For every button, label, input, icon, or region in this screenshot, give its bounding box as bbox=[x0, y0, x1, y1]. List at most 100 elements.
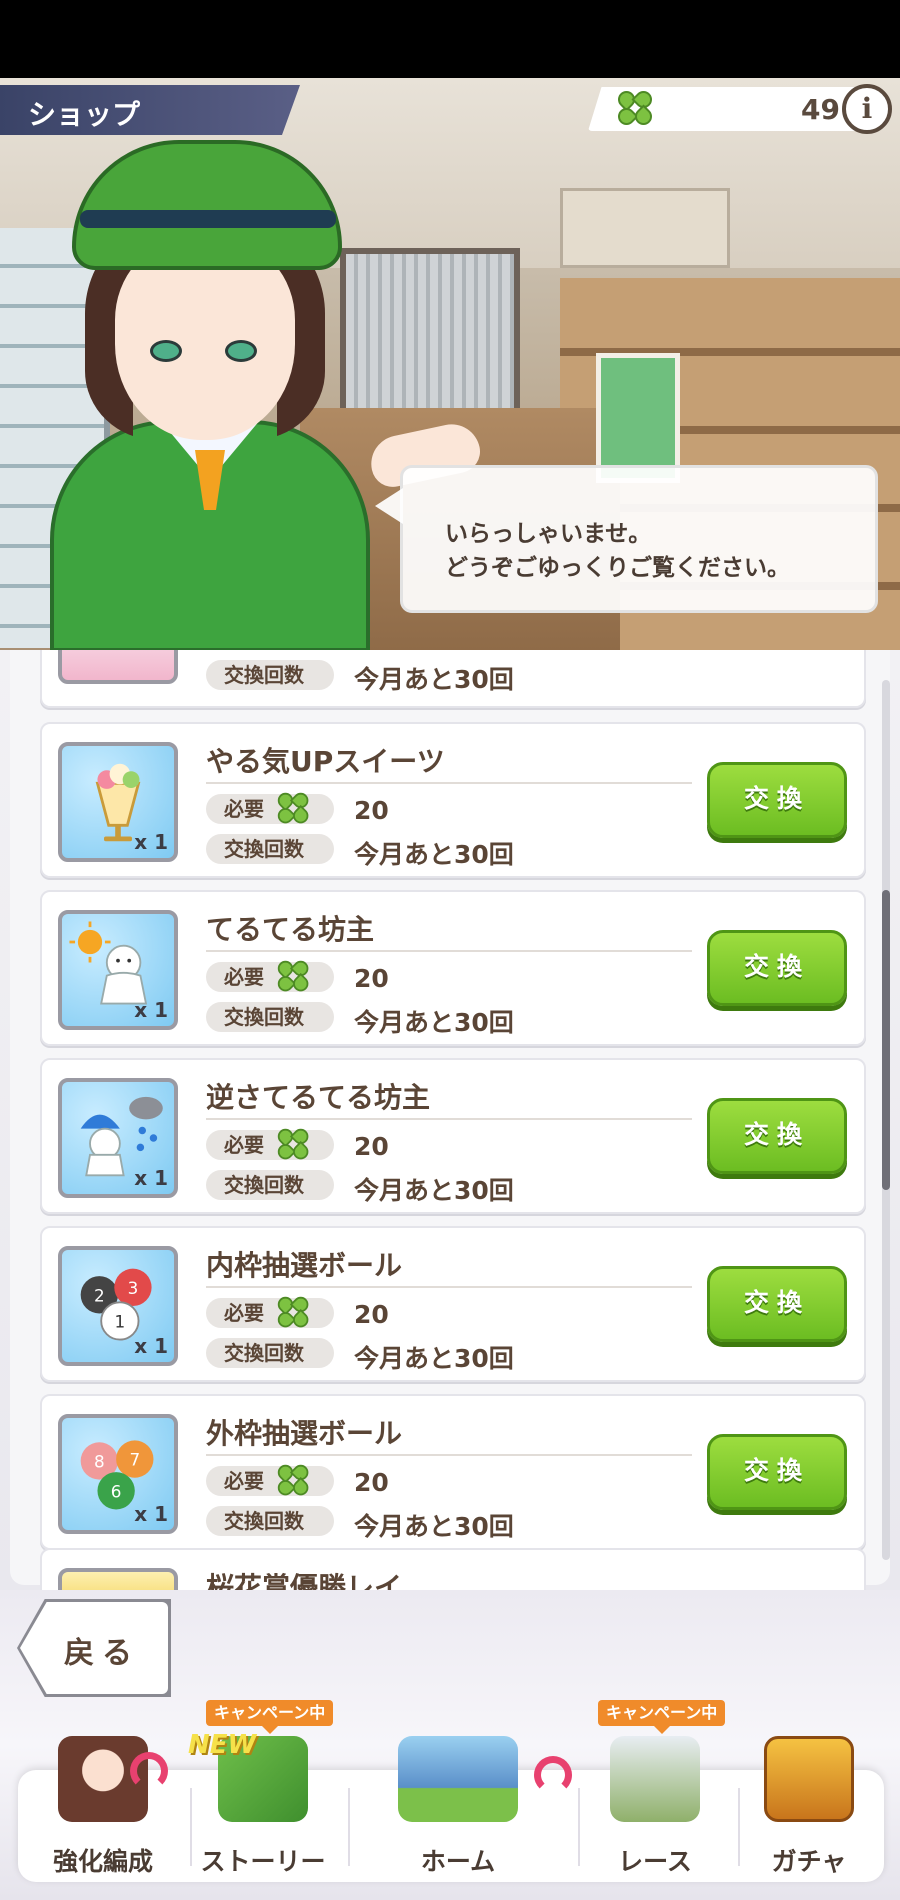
exchange-button[interactable]: 交換 bbox=[707, 930, 847, 1006]
nav-label: ストーリー bbox=[200, 1847, 326, 1876]
count-value: 今月あと30回 bbox=[354, 1176, 514, 1205]
list-scrollbar[interactable] bbox=[882, 680, 890, 1560]
info-button[interactable]: i bbox=[842, 84, 892, 134]
shopkeeper-character bbox=[40, 90, 484, 652]
shop-item-partial-top: 交換回数 今月あと30回 bbox=[40, 650, 866, 708]
shop-item: 8 7 6 x 1 外枠抽選ボール 必要 20 交換回数 今月あと30回 交換 bbox=[40, 1394, 866, 1550]
back-button[interactable]: 戻る bbox=[20, 1602, 168, 1694]
count-value: 今月あと30回 bbox=[354, 665, 514, 694]
exchange-button[interactable]: 交換 bbox=[707, 762, 847, 838]
shop-item: x 1 逆さてるてる坊主 必要 20 交換回数 今月あと30回 交換 bbox=[40, 1058, 866, 1214]
svg-text:8: 8 bbox=[94, 1451, 105, 1471]
item-list[interactable]: 交換回数 今月あと30回 x 1 やる気UPスイーツ 必要 20 交換回数 今月… bbox=[10, 650, 890, 1590]
status-bar bbox=[0, 0, 900, 78]
item-thumbnail bbox=[58, 1568, 178, 1590]
nav-label: レース bbox=[618, 1847, 692, 1876]
count-value: 今月あと30回 bbox=[354, 1008, 514, 1037]
require-tag: 必要 bbox=[206, 1461, 334, 1499]
count-tag: 交換回数 bbox=[206, 1506, 334, 1536]
item-thumbnail bbox=[58, 650, 178, 684]
require-tag: 必要 bbox=[206, 1293, 334, 1331]
shop-item: x 1 やる気UPスイーツ 必要 20 交換回数 今月あと30回 交換 bbox=[40, 722, 866, 878]
exchange-button[interactable]: 交換 bbox=[707, 1434, 847, 1510]
page-title: ショップ bbox=[0, 85, 300, 135]
nav-label: ガチャ bbox=[771, 1847, 847, 1876]
count-value: 今月あと30回 bbox=[354, 1344, 514, 1373]
clover-icon bbox=[274, 1293, 312, 1331]
character-hat bbox=[72, 140, 342, 270]
bottom-nav: 強化編成 キャンペーン中 NEW ストーリー ホーム キャンペーン中 レース ガ… bbox=[18, 1700, 884, 1882]
inner-draw-balls-icon: 2 3 1 x 1 bbox=[58, 1246, 178, 1366]
bottom-area: 戻る 強化編成 キャンペーン中 NEW ストーリー ホーム キャンペーン中 レー… bbox=[0, 1590, 900, 1900]
nav-label: ホーム bbox=[420, 1847, 496, 1876]
scene-boxes bbox=[560, 188, 730, 268]
clover-icon bbox=[274, 1125, 312, 1163]
character-eye-right bbox=[225, 340, 257, 362]
item-list-area: 交換回数 今月あと30回 x 1 やる気UPスイーツ 必要 20 交換回数 今月… bbox=[0, 650, 900, 1590]
speech-bubble: いらっしゃいませ。 どうぞごゆっくりご覧ください。 bbox=[375, 465, 878, 613]
upside-down-teru-teru-bozu-icon: x 1 bbox=[58, 1078, 178, 1198]
currency-value: 49 bbox=[801, 93, 840, 126]
currency-counter: 49 bbox=[588, 87, 858, 131]
exchange-button[interactable]: 交換 bbox=[707, 1098, 847, 1174]
item-name: 逆さてるてる坊主 bbox=[206, 1081, 431, 1114]
count-value: 今月あと30回 bbox=[354, 840, 514, 869]
home-school-icon bbox=[398, 1736, 518, 1822]
notification-ring-icon bbox=[534, 1756, 572, 1794]
require-value: 20 bbox=[354, 796, 389, 825]
nav-label: 強化編成 bbox=[52, 1847, 153, 1876]
item-name: 外枠抽選ボール bbox=[206, 1417, 403, 1450]
character-face bbox=[115, 240, 295, 440]
nav-item-story[interactable]: キャンペーン中 NEW ストーリー bbox=[188, 1700, 338, 1882]
shop-item-partial-bottom: 桜花賞優勝レイ bbox=[40, 1548, 866, 1590]
dialogue-line-2: どうぞごゆっくりご覧ください。 bbox=[445, 555, 790, 581]
nav-item-enhance[interactable]: 強化編成 bbox=[28, 1736, 178, 1882]
item-name: やる気UPスイーツ bbox=[206, 745, 445, 778]
campaign-badge: キャンペーン中 bbox=[206, 1700, 334, 1734]
item-name: 桜花賞優勝レイ bbox=[206, 1571, 403, 1590]
require-tag: 必要 bbox=[206, 957, 334, 995]
character-eye-left bbox=[150, 340, 182, 362]
new-badge: NEW bbox=[188, 1730, 257, 1760]
scrollbar-thumb[interactable] bbox=[882, 890, 890, 1190]
svg-text:6: 6 bbox=[111, 1481, 122, 1501]
outer-draw-balls-icon: 8 7 6 x 1 bbox=[58, 1414, 178, 1534]
race-gate-icon bbox=[610, 1736, 700, 1822]
notification-ring-icon bbox=[130, 1752, 168, 1790]
require-tag: 必要 bbox=[206, 1125, 334, 1163]
clover-icon bbox=[274, 957, 312, 995]
item-name: 内枠抽選ボール bbox=[206, 1249, 403, 1282]
character-hatband bbox=[80, 210, 336, 228]
svg-text:1: 1 bbox=[115, 1311, 126, 1331]
svg-text:7: 7 bbox=[129, 1450, 140, 1470]
clover-icon bbox=[274, 1461, 312, 1499]
svg-text:3: 3 bbox=[128, 1278, 139, 1298]
count-tag: 交換回数 bbox=[206, 1170, 334, 1200]
clover-icon bbox=[274, 789, 312, 827]
nav-item-race[interactable]: キャンペーン中 レース bbox=[580, 1700, 730, 1882]
scene-poster bbox=[596, 353, 680, 483]
parfait-icon: x 1 bbox=[58, 742, 178, 862]
campaign-badge: キャンペーン中 bbox=[598, 1700, 726, 1734]
clover-icon bbox=[614, 87, 656, 129]
require-value: 20 bbox=[354, 1300, 389, 1329]
require-tag: 必要 bbox=[206, 789, 334, 827]
back-button-label: 戻る bbox=[64, 1636, 140, 1671]
nav-item-home[interactable]: ホーム bbox=[358, 1736, 572, 1882]
require-value: 20 bbox=[354, 1468, 389, 1497]
require-value: 20 bbox=[354, 964, 389, 993]
nav-item-gacha[interactable]: ガチャ bbox=[734, 1736, 884, 1882]
require-value: 20 bbox=[354, 1132, 389, 1161]
item-name: てるてる坊主 bbox=[206, 913, 375, 946]
page-title-text: ショップ bbox=[28, 98, 141, 131]
shop-item: x 1 てるてる坊主 必要 20 交換回数 今月あと30回 交換 bbox=[40, 890, 866, 1046]
count-tag: 交換回数 bbox=[206, 834, 334, 864]
svg-text:2: 2 bbox=[94, 1285, 105, 1305]
shop-item: 2 3 1 x 1 内枠抽選ボール 必要 20 交換回数 今月あと30回 交換 bbox=[40, 1226, 866, 1382]
gacha-icon bbox=[764, 1736, 854, 1822]
count-tag: 交換回数 bbox=[206, 1002, 334, 1032]
dialogue-line-1: いらっしゃいませ。 bbox=[445, 521, 652, 547]
count-tag: 交換回数 bbox=[206, 660, 334, 690]
exchange-button[interactable]: 交換 bbox=[707, 1266, 847, 1342]
teru-teru-bozu-icon: x 1 bbox=[58, 910, 178, 1030]
